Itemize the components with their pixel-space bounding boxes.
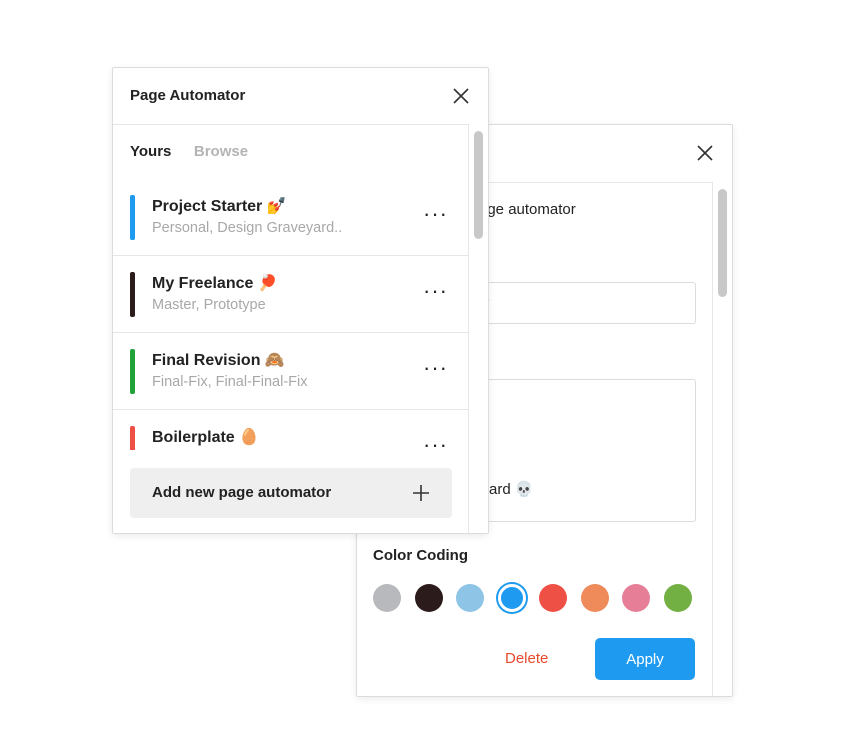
color-swatch[interactable] bbox=[373, 584, 401, 612]
list-item[interactable]: Final Revision 🙈 Final-Fix, Final-Final-… bbox=[113, 333, 468, 410]
add-automator-label: Add new page automator bbox=[152, 484, 332, 501]
more-options-icon[interactable]: ··· bbox=[423, 355, 448, 381]
color-swatch[interactable] bbox=[497, 584, 526, 612]
delete-button[interactable]: Delete bbox=[505, 639, 548, 679]
item-name: My Freelance 🏓 bbox=[152, 275, 278, 292]
item-subtitle: Personal, Design Graveyard.. bbox=[152, 220, 343, 236]
item-subtitle: Master, Prototype bbox=[152, 297, 266, 313]
automator-pages-textarea[interactable]: ard 💀 bbox=[457, 379, 696, 522]
more-options-icon[interactable]: ··· bbox=[423, 278, 448, 304]
list-scrollbar[interactable] bbox=[468, 124, 488, 533]
page-automator-panel: Page Automator Yours Browse Project Star… bbox=[112, 67, 489, 534]
plus-icon bbox=[410, 482, 432, 509]
editor-scrollbar[interactable] bbox=[712, 182, 732, 696]
color-swatch[interactable] bbox=[456, 584, 484, 612]
close-icon bbox=[697, 145, 713, 161]
color-swatch[interactable] bbox=[539, 584, 567, 612]
list-header: Page Automator bbox=[113, 68, 488, 125]
color-indicator bbox=[130, 349, 135, 394]
list-item[interactable]: My Freelance 🏓 Master, Prototype ··· bbox=[113, 256, 468, 333]
automator-name-input[interactable]: er bbox=[457, 282, 696, 324]
tab-browse[interactable]: Browse bbox=[194, 143, 248, 160]
color-coding-label: Color Coding bbox=[373, 547, 468, 564]
item-name: Final Revision 🙈 bbox=[152, 352, 285, 369]
tab-yours[interactable]: Yours bbox=[130, 143, 171, 160]
color-indicator bbox=[130, 195, 135, 240]
more-options-icon[interactable]: ··· bbox=[423, 432, 448, 450]
automator-list: Project Starter 💅 Personal, Design Grave… bbox=[113, 179, 468, 450]
apply-button[interactable]: Apply bbox=[595, 638, 695, 680]
item-name: Boilerplate 🥚 bbox=[152, 429, 260, 446]
color-swatch[interactable] bbox=[414, 584, 443, 612]
editor-scrollbar-thumb[interactable] bbox=[718, 189, 727, 297]
automator-pages-value: ard 💀 bbox=[489, 481, 534, 498]
list-item[interactable]: Project Starter 💅 Personal, Design Grave… bbox=[113, 179, 468, 256]
list-scrollbar-thumb[interactable] bbox=[474, 131, 483, 239]
add-automator-button[interactable]: Add new page automator bbox=[130, 468, 452, 518]
item-subtitle: Final-Fix, Final-Final-Fix bbox=[152, 374, 308, 390]
color-swatch[interactable] bbox=[580, 584, 609, 612]
panel-title: Page Automator bbox=[130, 87, 246, 104]
tab-bar: Yours Browse bbox=[130, 143, 266, 161]
list-item[interactable]: Boilerplate 🥚 ··· bbox=[113, 410, 468, 450]
close-icon bbox=[453, 88, 469, 104]
color-indicator bbox=[130, 272, 135, 317]
editor-close-button[interactable] bbox=[694, 142, 716, 164]
color-indicator bbox=[130, 426, 135, 450]
color-swatch[interactable] bbox=[663, 584, 692, 612]
panel-close-button[interactable] bbox=[450, 85, 472, 107]
item-name: Project Starter 💅 bbox=[152, 198, 287, 215]
editor-description-text: age automator bbox=[479, 201, 576, 218]
more-options-icon[interactable]: ··· bbox=[423, 201, 448, 227]
color-swatch[interactable] bbox=[622, 584, 650, 612]
